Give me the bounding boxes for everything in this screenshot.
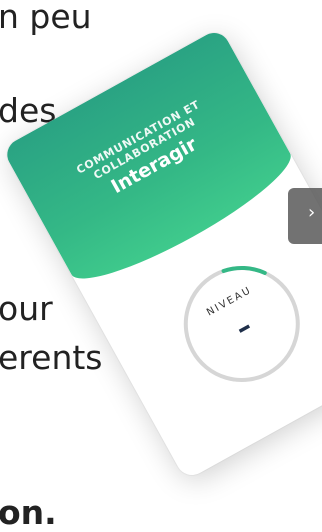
- chevron-right-icon: ›: [308, 202, 316, 223]
- level-gauge: NIVEAU –: [153, 236, 322, 413]
- article-line-1: n peu: [0, 0, 92, 36]
- article-line-5: on.: [0, 493, 57, 532]
- article-line-4: erents: [0, 338, 103, 377]
- article-line-3: our: [0, 289, 53, 328]
- next-button[interactable]: ›: [288, 188, 322, 244]
